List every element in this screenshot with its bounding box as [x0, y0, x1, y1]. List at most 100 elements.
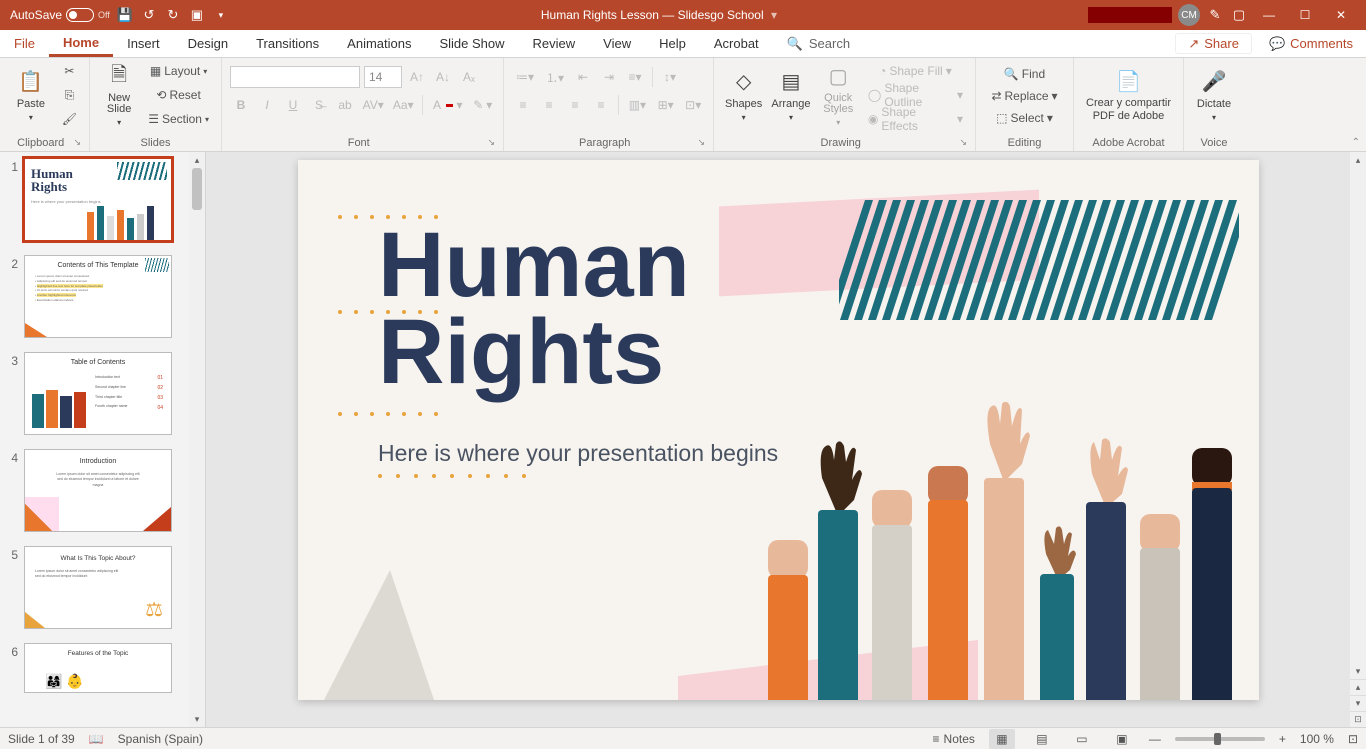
slide[interactable]: for(let i=0;i<28;i++)document.write('<di…	[298, 160, 1259, 700]
thumbnail-item[interactable]: 3 Table of Contents 01020304 Introductio…	[6, 352, 205, 435]
cut-button[interactable]: ✂	[58, 60, 81, 82]
thumbnail-slide-4[interactable]: Introduction Lorem ipsum dolor sit amet …	[24, 449, 172, 532]
dialog-launcher-icon[interactable]: ↘	[959, 137, 967, 148]
underline-button[interactable]: U	[282, 94, 304, 116]
find-button[interactable]: 🔍Find	[984, 64, 1065, 84]
fit-to-window-button[interactable]: ⊡	[1348, 732, 1358, 746]
close-button[interactable]: ✕	[1326, 0, 1356, 30]
slideshow-view-button[interactable]: ▣	[1109, 729, 1135, 749]
replace-button[interactable]: ⇄Replace▾	[984, 86, 1065, 106]
scroll-up-icon[interactable]: ▴	[189, 152, 205, 168]
columns-button[interactable]: ▥▾	[625, 94, 650, 116]
autosave-toggle[interactable]: AutoSave Off	[10, 8, 110, 22]
thumbnail-item[interactable]: 2 Contents of This Template • Lorem ipsu…	[6, 255, 205, 338]
slide-subtitle[interactable]: Here is where your presentation begins	[378, 440, 778, 467]
thumbnail-item[interactable]: 5 What Is This Topic About? Lorem ipsum …	[6, 546, 205, 629]
thumbnail-slide-6[interactable]: Features of the Topic 👨‍👩‍👧 👶	[24, 643, 172, 693]
dialog-launcher-icon[interactable]: ↘	[487, 137, 495, 148]
tab-file[interactable]: File	[0, 30, 49, 57]
align-text-button[interactable]: ⊞▾	[654, 94, 678, 116]
align-center-button[interactable]: ≡	[538, 94, 560, 116]
thumbnail-scrollbar[interactable]: ▴ ▾	[189, 152, 205, 727]
font-color-button[interactable]: A▾	[429, 94, 466, 116]
zoom-slider[interactable]	[1175, 737, 1265, 741]
next-slide-button[interactable]: ▾	[1350, 695, 1366, 711]
justify-button[interactable]: ≡	[590, 94, 612, 116]
strikethrough-button[interactable]: S̶	[308, 94, 330, 116]
normal-view-button[interactable]: ▦	[989, 729, 1015, 749]
thumbnail-slide-5[interactable]: What Is This Topic About? Lorem ipsum do…	[24, 546, 172, 629]
thumbnail-item[interactable]: 4 Introduction Lorem ipsum dolor sit ame…	[6, 449, 205, 532]
shape-fill-button[interactable]: ◔Shape Fill▾	[864, 60, 967, 82]
change-case-button[interactable]: Aa▾	[390, 94, 416, 116]
align-right-button[interactable]: ≡	[564, 94, 586, 116]
quick-styles-button[interactable]: ▢Quick Styles▾	[817, 62, 860, 128]
thumbnail-slide-3[interactable]: Table of Contents 01020304 Introduction …	[24, 352, 172, 435]
dialog-launcher-icon[interactable]: ↘	[73, 137, 81, 148]
notes-button[interactable]: ≡Notes	[933, 732, 975, 746]
tab-view[interactable]: View	[589, 30, 645, 57]
user-avatar[interactable]: CM	[1178, 4, 1200, 26]
select-button[interactable]: ⬚Select▾	[984, 108, 1065, 128]
zoom-level[interactable]: 100 %	[1300, 732, 1334, 746]
char-spacing-button[interactable]: AV▾	[360, 94, 386, 116]
scrollbar-thumb[interactable]	[192, 168, 202, 210]
bullets-button[interactable]: ≔▾	[512, 66, 538, 88]
spellcheck-icon[interactable]: 📖	[89, 732, 104, 746]
redo-icon[interactable]: ↻	[164, 6, 182, 24]
shadow-button[interactable]: ab	[334, 94, 356, 116]
font-name-combo[interactable]	[230, 66, 360, 88]
tab-review[interactable]: Review	[519, 30, 590, 57]
format-painter-button[interactable]: 🖌	[58, 108, 81, 130]
scroll-up-icon[interactable]: ▴	[1350, 152, 1366, 168]
thumbnail-slide-2[interactable]: Contents of This Template • Lorem ipsum …	[24, 255, 172, 338]
slide-counter[interactable]: Slide 1 of 39	[8, 732, 75, 746]
zoom-in-button[interactable]: +	[1279, 732, 1286, 746]
start-from-beginning-icon[interactable]: ▣	[188, 6, 206, 24]
dialog-launcher-icon[interactable]: ↘	[697, 137, 705, 148]
share-button[interactable]: ↗Share	[1175, 33, 1252, 54]
title-dropdown-icon[interactable]: ▾	[771, 8, 777, 22]
italic-button[interactable]: I	[256, 94, 278, 116]
new-slide-button[interactable]: 🗎 New Slide ▾	[98, 62, 140, 128]
tab-acrobat[interactable]: Acrobat	[700, 30, 773, 57]
create-share-pdf-button[interactable]: 📄 Crear y compartir PDF de Adobe	[1082, 62, 1175, 128]
font-size-combo[interactable]: 14	[364, 66, 402, 88]
tab-slideshow[interactable]: Slide Show	[425, 30, 518, 57]
dictate-button[interactable]: 🎤 Dictate▾	[1192, 62, 1236, 128]
prev-slide-button[interactable]: ▴	[1350, 679, 1366, 695]
decrease-font-button[interactable]: A↓	[432, 66, 454, 88]
search-tab[interactable]: 🔍Search	[773, 30, 864, 57]
thumbnail-item[interactable]: 1 HumanRights Here is where your present…	[6, 158, 205, 241]
tab-transitions[interactable]: Transitions	[242, 30, 333, 57]
scroll-down-icon[interactable]: ▾	[1350, 663, 1366, 679]
language-indicator[interactable]: Spanish (Spain)	[118, 732, 203, 746]
qat-more-icon[interactable]: ▾	[212, 6, 230, 24]
copy-button[interactable]: ⎘	[58, 84, 81, 106]
align-left-button[interactable]: ≡	[512, 94, 534, 116]
collapse-ribbon-button[interactable]: ⌃	[1352, 137, 1360, 148]
thumbnail-item[interactable]: 6 Features of the Topic 👨‍👩‍👧 👶	[6, 643, 205, 693]
smartart-button[interactable]: ⊡▾	[681, 94, 705, 116]
tab-animations[interactable]: Animations	[333, 30, 425, 57]
undo-icon[interactable]: ↺	[140, 6, 158, 24]
numbering-button[interactable]: ⒈▾	[542, 66, 568, 88]
thumbnail-slide-1[interactable]: HumanRights Here is where your presentat…	[24, 158, 172, 241]
shapes-button[interactable]: ◇Shapes▾	[722, 62, 765, 128]
paste-button[interactable]: 📋 Paste ▾	[8, 62, 54, 128]
shape-outline-button[interactable]: ◯Shape Outline▾	[864, 84, 967, 106]
minimize-button[interactable]: —	[1254, 0, 1284, 30]
reading-view-button[interactable]: ▭	[1069, 729, 1095, 749]
zoom-slider-knob[interactable]	[1214, 733, 1221, 745]
tab-design[interactable]: Design	[174, 30, 242, 57]
shape-effects-button[interactable]: ◉Shape Effects▾	[864, 108, 967, 130]
layout-button[interactable]: ▦Layout▾	[144, 60, 213, 82]
scroll-down-icon[interactable]: ▾	[189, 711, 205, 727]
canvas-scrollbar[interactable]: ▴ ▾ ▴ ▾ ⊡	[1350, 152, 1366, 727]
ribbon-display-icon[interactable]: ▢	[1230, 6, 1248, 24]
fit-slide-button[interactable]: ⊡	[1350, 711, 1366, 727]
tab-help[interactable]: Help	[645, 30, 700, 57]
line-spacing-button[interactable]: ≡▾	[624, 66, 646, 88]
arrange-button[interactable]: ▤Arrange▾	[769, 62, 812, 128]
highlight-button[interactable]: ✎▾	[470, 94, 495, 116]
